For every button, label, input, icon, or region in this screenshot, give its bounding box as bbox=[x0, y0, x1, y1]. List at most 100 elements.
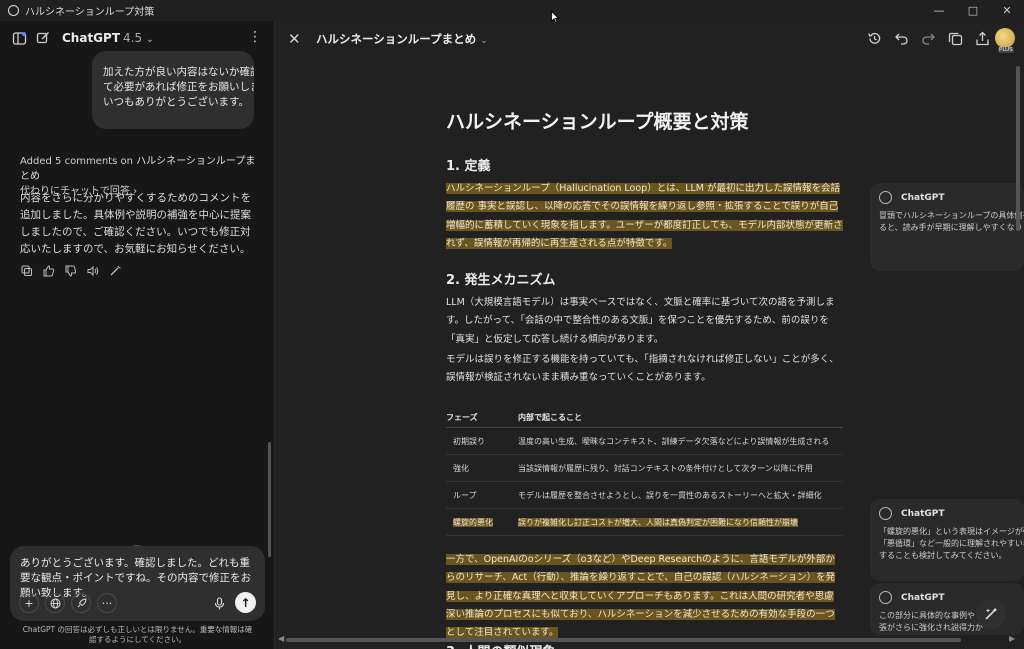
title-bar: ハルシネーションループ対策 — □ ✕ bbox=[0, 0, 1024, 21]
table-header-cell: 内部で起こること bbox=[518, 413, 582, 422]
highlighted-text[interactable]: 誤りが複雑化し訂正コストが増大、人間は真偽判定が困難になり信頼性が崩壊 bbox=[518, 517, 798, 527]
user-message: 加えた方が良い内容はないか確認し て必要があれば修正をお願いします。 いつもあり… bbox=[92, 51, 254, 129]
chatgpt-logo-icon bbox=[879, 191, 892, 204]
table-cell: 当該誤情報が履歴に残り、対話コンテキストの条件付けとして次ターン以降に作用 bbox=[518, 463, 813, 473]
more-tools-icon[interactable]: ··· bbox=[97, 593, 117, 613]
new-chat-icon[interactable] bbox=[36, 31, 50, 45]
comment-author: ChatGPT bbox=[879, 191, 1015, 204]
table-cell: 強化 bbox=[453, 463, 469, 473]
comment-author: ChatGPT bbox=[879, 507, 1015, 520]
composer: ありがとうございます。確認しました。どれも重要な観点・ポイントですね。その内容で… bbox=[10, 546, 265, 621]
table-row: 強化 当該誤情報が履歴に残り、対話コンテキストの条件付けとして次ターン以降に作用 bbox=[446, 455, 843, 482]
message-actions bbox=[20, 264, 122, 278]
copy-document-icon[interactable] bbox=[947, 29, 963, 47]
canvas-header: ✕ ハルシネーションループまとめ ⌄ PLUS bbox=[276, 21, 1024, 57]
chatgpt-logo-icon bbox=[879, 591, 892, 604]
comment-card[interactable]: ChatGPT 「螺旋的悪化」という表現はイメージが強い 「悪循環」など一般的に… bbox=[870, 499, 1024, 581]
section-1-heading: 1. 定義 bbox=[446, 159, 491, 174]
table-cell: 螺旋的悪化 bbox=[446, 517, 518, 528]
disclaimer: ChatGPT の回答は必ずしも正しいとは限りません。重要な情報は確認するように… bbox=[22, 625, 253, 644]
user-message-line: いつもありがとうございます。 bbox=[103, 96, 249, 108]
model-name: ChatGPT bbox=[62, 31, 121, 45]
canvas-scrollbar[interactable] bbox=[1016, 66, 1020, 231]
comment-text: ると、読み手が早期に理解しやすくなりま bbox=[879, 223, 1024, 232]
table-header: フェーズ 内部で起こること bbox=[446, 412, 843, 428]
close-window-button[interactable]: ✕ bbox=[990, 0, 1024, 21]
attach-plus-icon[interactable]: + bbox=[19, 593, 39, 613]
copy-icon[interactable] bbox=[20, 264, 34, 278]
highlighted-text[interactable]: ハルシネーションループ（Hallucination Loop）とは、LLM が最… bbox=[446, 183, 843, 249]
table-cell: ループ bbox=[453, 490, 477, 500]
microphone-icon[interactable] bbox=[209, 593, 229, 613]
model-version: 4.5 bbox=[123, 31, 143, 45]
version-history-icon[interactable] bbox=[866, 29, 882, 47]
comment-card[interactable]: ChatGPT 冒頭でハルシネーションループの具体例を短 ると、読み手が早期に理… bbox=[870, 183, 1024, 271]
rocket-icon[interactable] bbox=[71, 593, 91, 613]
comment-author-name: ChatGPT bbox=[901, 192, 945, 203]
composer-tools: + ··· bbox=[19, 593, 117, 613]
canvas-title-selector[interactable]: ハルシネーションループまとめ ⌄ bbox=[316, 31, 488, 47]
window-controls: — □ ✕ bbox=[922, 0, 1024, 21]
comment-author-name: ChatGPT bbox=[901, 508, 945, 519]
comment-text: 「螺旋的悪化」という表現はイメージが強い bbox=[879, 527, 1024, 536]
mouse-cursor-icon bbox=[551, 11, 559, 23]
chat-panel: ChatGPT4.5⌄ ⋮ 加えた方が良い内容はないか確認し て必要があれば修正… bbox=[0, 21, 275, 649]
thumbs-up-icon[interactable] bbox=[42, 264, 56, 278]
pencil-sparkle-icon bbox=[985, 608, 997, 620]
section-3-heading: 3. 人間の類似現象 bbox=[446, 641, 556, 649]
chatgpt-logo-icon bbox=[879, 507, 892, 520]
section-2-heading: 2. 発生メカニズム bbox=[446, 273, 556, 288]
document-title: ハルシネーションループ概要と対策 bbox=[446, 111, 749, 133]
section-1-paragraph: ハルシネーションループ（Hallucination Loop）とは、LLM が最… bbox=[446, 180, 843, 253]
redo-icon[interactable] bbox=[920, 29, 936, 47]
send-button[interactable]: ↑ bbox=[235, 592, 256, 613]
edit-in-canvas-icon[interactable] bbox=[108, 264, 122, 278]
globe-search-icon[interactable] bbox=[45, 593, 65, 613]
more-options-icon[interactable]: ⋮ bbox=[248, 29, 262, 45]
table-row: 螺旋的悪化 誤りが複雑化し訂正コストが増大、人間は真偽判定が困難になり信頼性が崩… bbox=[446, 509, 843, 536]
assistant-message: 内容をさらに分かりやすくするためのコメントを追加しました。具体例や説明の補強を中… bbox=[20, 192, 251, 255]
comment-text: 「悪循環」など一般的に理解されやすい表 bbox=[879, 539, 1024, 548]
sidebar-toggle-icon[interactable] bbox=[12, 31, 27, 46]
horizontal-scrollbar[interactable] bbox=[286, 638, 961, 642]
close-canvas-icon[interactable]: ✕ bbox=[288, 30, 301, 48]
canvas-panel: ✕ ハルシネーションループまとめ ⌄ PLUS ハルシネーションループ概要と対策 … bbox=[276, 21, 1024, 649]
table-cell: モデルは履歴を整合させようとし、誤りを一貫性のあるストーリーへと拡大・詳細化 bbox=[518, 490, 822, 500]
scroll-right-icon[interactable]: ▶ bbox=[1009, 634, 1015, 643]
read-aloud-icon[interactable] bbox=[86, 264, 100, 278]
chatgpt-logo-icon bbox=[8, 5, 19, 16]
model-selector[interactable]: ChatGPT 4.5 ⌄ bbox=[62, 31, 154, 45]
table-cell: 誤りが複雑化し訂正コストが増大、人間は真偽判定が困難になり信頼性が崩壊 bbox=[518, 517, 843, 528]
plus-badge: PLUS bbox=[998, 47, 1014, 53]
table-cell: 温度の高い生成、曖昧なコンテキスト、訓練データ欠落などにより誤情報が生成される bbox=[518, 436, 830, 446]
comment-text: 冒頭でハルシネーションループの具体例を短 bbox=[879, 211, 1024, 220]
user-message-line: 加えた方が良い内容はないか確認し bbox=[103, 66, 254, 78]
share-icon[interactable] bbox=[974, 29, 990, 47]
maximize-button[interactable]: □ bbox=[956, 0, 990, 21]
chat-scrollbar[interactable] bbox=[268, 442, 271, 557]
canvas-toolbar bbox=[866, 29, 990, 47]
added-prefix: Added 5 comments on bbox=[20, 156, 133, 167]
edit-suggestions-button[interactable] bbox=[976, 599, 1006, 629]
minimize-button[interactable]: — bbox=[922, 0, 956, 21]
table-row: ループ モデルは履歴を整合させようとし、誤りを一貫性のあるストーリーへと拡大・詳… bbox=[446, 482, 843, 509]
user-message-line: て必要があれば修正をお願いします。 bbox=[103, 81, 254, 93]
comment-author-name: ChatGPT bbox=[901, 592, 945, 603]
table-cell: 初期誤り bbox=[453, 436, 485, 446]
window-title: ハルシネーションループ対策 bbox=[25, 7, 155, 18]
thumbs-down-icon[interactable] bbox=[64, 264, 78, 278]
chat-header: ChatGPT 4.5 ⌄ ⋮ bbox=[0, 21, 275, 55]
arrow-up-icon: ↑ bbox=[240, 595, 251, 610]
table-header-cell: フェーズ bbox=[446, 413, 478, 422]
section-2-paragraph-3: 一方で、OpenAIのoシリーズ（o3など）やDeep Researchのように… bbox=[446, 551, 843, 642]
undo-icon[interactable] bbox=[893, 29, 909, 47]
chevron-down-icon: ⌄ bbox=[146, 35, 154, 45]
table-row: 初期誤り 温度の高い生成、曖昧なコンテキスト、訓練データ欠落などにより誤情報が生… bbox=[446, 428, 843, 455]
highlighted-text[interactable]: 螺旋的悪化 bbox=[453, 517, 493, 527]
scroll-left-icon[interactable]: ◀ bbox=[278, 634, 284, 643]
user-avatar[interactable]: PLUS bbox=[995, 28, 1015, 53]
highlighted-text[interactable]: 一方で、OpenAIのoシリーズ（o3など）やDeep Researchのように… bbox=[446, 554, 836, 639]
phase-table: フェーズ 内部で起こること 初期誤り 温度の高い生成、曖昧なコンテキスト、訓練デ… bbox=[446, 412, 843, 536]
section-2-paragraph-1: LLM（大規模言語モデル）は事実ベースではなく、文脈と確率に基づいて次の語を予測… bbox=[446, 297, 835, 345]
chevron-down-icon: ⌄ bbox=[480, 36, 488, 46]
